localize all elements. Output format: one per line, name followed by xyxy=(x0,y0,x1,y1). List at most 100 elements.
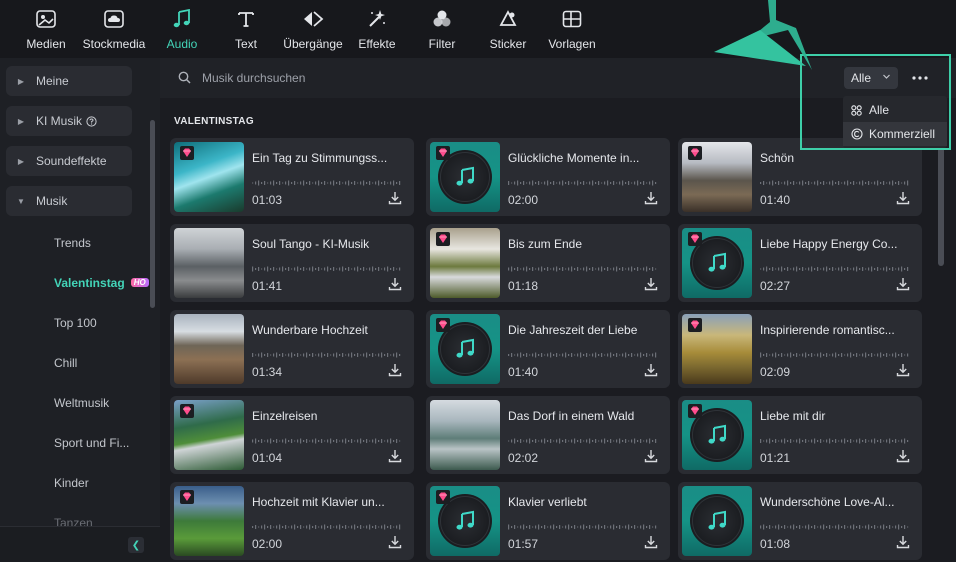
download-icon[interactable] xyxy=(896,535,910,549)
track-title: Hochzeit mit Klavier un... xyxy=(252,495,385,509)
track-card[interactable]: Klavier verliebt 01:57 xyxy=(426,482,670,560)
waveform xyxy=(760,431,910,444)
sidebar-subitem-chill[interactable]: Chill xyxy=(54,356,77,370)
tab-vorlagen[interactable]: Vorlagen xyxy=(548,8,596,54)
waveform xyxy=(252,345,402,358)
track-thumbnail xyxy=(682,228,752,298)
track-duration: 02:00 xyxy=(252,537,283,551)
download-icon[interactable] xyxy=(644,277,658,291)
download-icon[interactable] xyxy=(644,449,658,463)
track-duration: 01:21 xyxy=(760,451,791,465)
tab-label: Stockmedia xyxy=(82,37,146,51)
tab-label: Übergänge xyxy=(283,37,343,51)
track-duration: 01:04 xyxy=(252,451,283,465)
sidebar-subitem-label: Sport und Fi... xyxy=(54,436,130,450)
sidebar-item-meine[interactable]: ▶ Meine xyxy=(6,66,132,96)
waveform xyxy=(252,431,402,444)
sidebar-subitem-sport[interactable]: Sport und Fi... xyxy=(54,436,129,450)
track-card[interactable]: Liebe mit dir 01:21 xyxy=(678,396,922,474)
track-duration: 02:00 xyxy=(508,193,539,207)
track-duration: 01:18 xyxy=(508,279,539,293)
track-card[interactable]: Wunderbare Hochzeit 01:34 xyxy=(170,310,414,388)
track-thumbnail xyxy=(682,142,752,212)
track-card[interactable]: Glückliche Momente in... 02:00 xyxy=(426,138,670,216)
sidebar-subitem-valentinstag[interactable]: Valentinstag HO xyxy=(54,276,149,290)
sidebar-item-soundeffekte[interactable]: ▶ Soundeffekte xyxy=(6,146,132,176)
download-icon[interactable] xyxy=(896,277,910,291)
track-duration: 01:03 xyxy=(252,193,283,207)
sidebar-item-musik[interactable]: ▼ Musik xyxy=(6,186,132,216)
download-icon[interactable] xyxy=(388,191,402,205)
sidebar-item-label: Soundeffekte xyxy=(36,154,107,168)
track-card[interactable]: Soul Tango - KI-Musik 01:41 xyxy=(170,224,414,302)
track-thumbnail xyxy=(682,314,752,384)
waveform xyxy=(252,517,402,530)
track-duration: 02:27 xyxy=(760,279,791,293)
track-card[interactable]: Einzelreisen 01:04 xyxy=(170,396,414,474)
app-window: Medien Stockmedia Audio Text Übergänge E… xyxy=(0,0,956,562)
collapse-sidebar-button[interactable]: ❮ xyxy=(128,537,144,553)
waveform xyxy=(508,431,658,444)
download-icon[interactable] xyxy=(896,191,910,205)
track-title: Wunderbare Hochzeit xyxy=(252,323,368,337)
help-icon[interactable] xyxy=(86,115,97,127)
track-card[interactable]: Bis zum Ende 01:18 xyxy=(426,224,670,302)
premium-gem-icon xyxy=(688,232,702,246)
music-note-icon xyxy=(171,8,193,30)
premium-gem-icon xyxy=(688,146,702,160)
tab-label: Sticker xyxy=(489,37,527,51)
sidebar-item-ki-musik[interactable]: ▶ KI Musik xyxy=(6,106,132,136)
sidebar-item-label: Meine xyxy=(36,74,69,88)
tab-audio[interactable]: Audio xyxy=(162,8,202,54)
tab-effekte[interactable]: Effekte xyxy=(357,8,397,54)
tab-label: Medien xyxy=(26,37,66,51)
waveform xyxy=(760,259,910,272)
search-input[interactable] xyxy=(202,68,702,88)
waveform xyxy=(508,173,658,186)
track-title: Schön xyxy=(760,151,795,165)
download-icon[interactable] xyxy=(388,363,402,377)
track-card[interactable]: Das Dorf in einem Wald 02:02 xyxy=(426,396,670,474)
download-icon[interactable] xyxy=(644,191,658,205)
tab-filter[interactable]: Filter xyxy=(426,8,458,54)
track-card[interactable]: Wunderschöne Love-Al... 01:08 xyxy=(678,482,922,560)
download-icon[interactable] xyxy=(644,535,658,549)
chevron-left-icon: ❮ xyxy=(131,539,141,551)
premium-gem-icon xyxy=(180,146,194,160)
track-title: Einzelreisen xyxy=(252,409,318,423)
track-card[interactable]: Inspirierende romantisc... 02:09 xyxy=(678,310,922,388)
track-card[interactable]: Ein Tag zu Stimmungss... 01:03 xyxy=(170,138,414,216)
tab-label: Filter xyxy=(428,37,456,51)
sidebar-subitem-weltmusik[interactable]: Weltmusik xyxy=(54,396,109,410)
tab-sticker[interactable]: Sticker xyxy=(488,8,528,54)
tab-stockmedia[interactable]: Stockmedia xyxy=(82,8,146,54)
sidebar-item-label: Musik xyxy=(36,194,68,208)
tab-label: Effekte xyxy=(358,37,396,51)
track-duration: 01:41 xyxy=(252,279,283,293)
sidebar-subitem-top-100[interactable]: Top 100 xyxy=(54,316,97,330)
track-card[interactable]: Hochzeit mit Klavier un... 02:00 xyxy=(170,482,414,560)
tab-text[interactable]: Text xyxy=(230,8,262,54)
sidebar-subitem-label: Weltmusik xyxy=(54,396,110,410)
track-card[interactable]: Die Jahreszeit der Liebe 01:40 xyxy=(426,310,670,388)
download-icon[interactable] xyxy=(388,277,402,291)
sidebar-subitem-kinder[interactable]: Kinder xyxy=(54,476,89,490)
sidebar-scrollbar[interactable] xyxy=(150,120,155,308)
tab-label: Vorlagen xyxy=(548,37,596,51)
waveform xyxy=(252,173,402,186)
track-card[interactable]: Liebe Happy Energy Co... 02:27 xyxy=(678,224,922,302)
download-icon[interactable] xyxy=(896,363,910,377)
tab-medien[interactable]: Medien xyxy=(24,8,68,54)
track-title: Das Dorf in einem Wald xyxy=(508,409,635,423)
chevron-right-icon: ▶ xyxy=(17,76,25,86)
sidebar-subitem-trends[interactable]: Trends xyxy=(54,236,91,250)
download-icon[interactable] xyxy=(896,449,910,463)
sidebar-subitem-label: Top 100 xyxy=(54,316,97,330)
download-icon[interactable] xyxy=(388,535,402,549)
track-title: Die Jahreszeit der Liebe xyxy=(508,323,638,337)
download-icon[interactable] xyxy=(644,363,658,377)
tab-label: Text xyxy=(234,37,257,51)
download-icon[interactable] xyxy=(388,449,402,463)
tab-uebergaenge[interactable]: Übergänge xyxy=(282,8,344,54)
top-toolbar: Medien Stockmedia Audio Text Übergänge E… xyxy=(0,0,956,58)
